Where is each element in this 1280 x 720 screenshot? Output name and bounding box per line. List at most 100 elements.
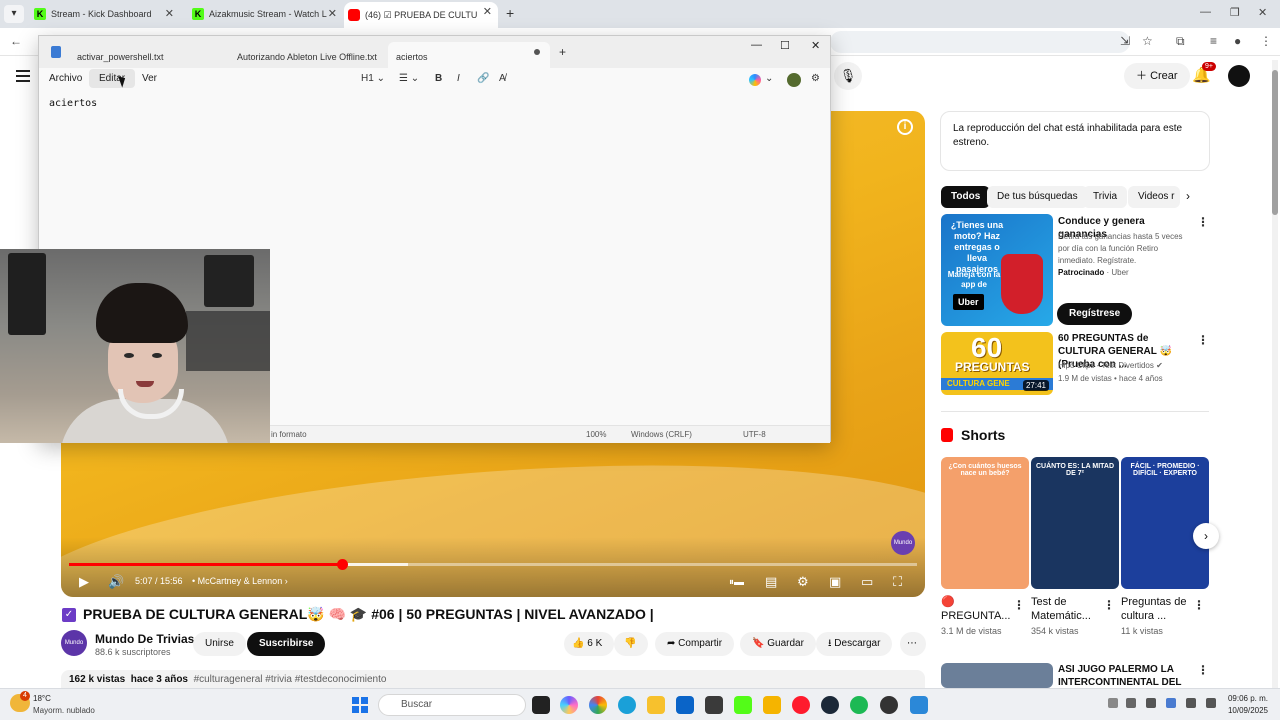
edge-icon[interactable]	[618, 696, 636, 714]
close-icon[interactable]: ✕	[165, 7, 174, 20]
copilot-icon[interactable]	[749, 74, 761, 86]
browser-tab-kick-stream[interactable]: K Aizakmusic Stream - Watch Live ✕	[188, 4, 343, 24]
clock-time[interactable]: 09:06 p. m.	[1226, 694, 1268, 703]
recommendation-channel[interactable]: Hipo Clips - Test Divertidos ✔	[1058, 360, 1163, 372]
browser-tab-kick-dashboard[interactable]: K Stream - Kick Dashboard ✕	[30, 4, 180, 24]
volume-icon[interactable]	[1206, 698, 1216, 708]
settings-gear-icon[interactable]: ⚙	[797, 574, 809, 590]
chip-todos[interactable]: Todos	[941, 186, 991, 208]
menu-editar[interactable]: Editar	[89, 69, 136, 88]
more-actions-button[interactable]: ⋯	[900, 632, 926, 656]
wifi-icon[interactable]	[1186, 698, 1196, 708]
subtitles-icon[interactable]: ▤	[765, 574, 777, 590]
file-explorer-icon[interactable]	[647, 696, 665, 714]
media-controls-icon[interactable]: ≡	[1210, 34, 1217, 48]
hashtags[interactable]: #culturageneral #trivia #testdeconocimie…	[194, 674, 387, 685]
kick-icon[interactable]	[734, 696, 752, 714]
chip-de-tus-busquedas[interactable]: De tus búsquedas	[987, 186, 1088, 208]
more-vertical-icon[interactable]: ⋮	[1193, 598, 1205, 612]
shorts-next-chevron-icon[interactable]: ›	[1193, 523, 1219, 549]
account-avatar[interactable]	[1228, 65, 1250, 87]
network-icon[interactable]	[1146, 698, 1156, 708]
miniplayer-icon[interactable]: ▣	[829, 574, 841, 590]
notepad-tab-activar-powershell[interactable]: activar_powershell.txt	[69, 42, 249, 68]
weather-description[interactable]: Mayorm. nublado	[33, 706, 95, 715]
close-icon[interactable]: ✕	[811, 39, 820, 52]
heading-dropdown[interactable]: H1 ⌄	[361, 73, 385, 84]
close-icon[interactable]: ✕	[328, 7, 337, 20]
settings-gear-icon[interactable]: ⚙	[811, 73, 820, 84]
tab-search-chevron-icon[interactable]: ▾	[4, 5, 24, 23]
fullscreen-icon[interactable]: ⛶	[893, 574, 902, 590]
clock-date[interactable]: 10/09/2025	[1226, 706, 1268, 715]
join-button[interactable]: Unirse	[193, 632, 246, 656]
new-tab-plus-icon[interactable]: +	[559, 45, 566, 59]
recommendation-thumbnail[interactable]	[941, 663, 1053, 688]
tray-app-icon[interactable]	[1108, 698, 1118, 708]
page-scrollbar-thumb[interactable]	[1272, 70, 1278, 215]
short-thumbnail[interactable]: CUÁNTO ES: LA MITAD DE 7²	[1031, 457, 1119, 589]
line-ending-status[interactable]: Windows (CRLF)	[631, 430, 692, 439]
weather-temperature[interactable]: 18°C	[33, 694, 51, 703]
more-vertical-icon[interactable]: ⋮	[1260, 34, 1272, 48]
channel-name[interactable]: Mundo De Trivias	[95, 632, 194, 646]
opera-icon[interactable]	[792, 696, 810, 714]
channel-watermark-logo[interactable]: Mundo	[891, 531, 915, 555]
chip-trivia[interactable]: Trivia	[1083, 186, 1128, 208]
copilot-icon[interactable]	[560, 696, 578, 714]
more-vertical-icon[interactable]: ⋮	[1197, 663, 1209, 677]
close-icon[interactable]: ✕	[1258, 6, 1267, 19]
share-button[interactable]: ➦ Compartir	[655, 632, 735, 656]
notepad-icon[interactable]	[910, 696, 928, 714]
microphone-icon[interactable]	[1166, 698, 1176, 708]
short-title[interactable]: Test de Matemátic...	[1031, 595, 1101, 623]
list-dropdown-icon[interactable]: ☰ ⌄	[399, 73, 419, 84]
notepad-tab-aciertos[interactable]: aciertos	[388, 42, 550, 68]
taskbar-search-input[interactable]: Buscar	[378, 694, 526, 716]
recommendation-thumbnail[interactable]: 60 PREGUNTAS CULTURA GENE 27:41	[941, 332, 1053, 395]
notepad-tab-autorizando-ableton[interactable]: Autorizando Ableton Live Offline.txt	[229, 42, 399, 68]
voice-search-mic-icon[interactable]: 🎙	[834, 62, 862, 90]
volume-icon[interactable]: 🔊	[108, 574, 124, 590]
zoom-status[interactable]: 100%	[586, 430, 606, 439]
back-arrow-icon[interactable]: ←	[10, 34, 22, 48]
chapter-title[interactable]: • McCartney & Lennon ›	[192, 576, 288, 586]
more-vertical-icon[interactable]: ⋮	[1197, 215, 1209, 229]
security-shield-icon[interactable]	[705, 696, 723, 714]
like-button[interactable]: 👍 6 K	[564, 632, 614, 656]
chevron-down-icon[interactable]: ⌄	[765, 73, 773, 84]
menu-hamburger-icon[interactable]	[16, 70, 30, 82]
menu-archivo[interactable]: Archivo	[39, 69, 92, 88]
short-title[interactable]: Preguntas de cultura ...	[1121, 595, 1197, 623]
download-button[interactable]: ⭳ Descargar	[816, 632, 893, 656]
close-icon[interactable]: ✕	[483, 5, 492, 18]
bold-icon[interactable]: B	[435, 73, 442, 84]
short-title[interactable]: 🔴 PREGUNTA...	[941, 595, 1011, 623]
channel-avatar[interactable]: Mundo	[61, 630, 87, 656]
menu-ver[interactable]: Ver	[132, 69, 167, 88]
create-button[interactable]: ＋ Crear	[1124, 63, 1190, 89]
profile-avatar-icon[interactable]: ●	[1234, 34, 1241, 48]
outlook-icon[interactable]	[676, 696, 694, 714]
brawl-app-icon[interactable]	[763, 696, 781, 714]
chrome-icon[interactable]	[589, 696, 607, 714]
browser-tab-youtube[interactable]: (46) ☑ PRUEBA DE CULTURA G ✕	[344, 2, 498, 28]
bookmark-star-icon[interactable]: ☆	[1142, 34, 1153, 48]
restore-icon[interactable]: ❐	[1230, 6, 1240, 19]
more-vertical-icon[interactable]: ⋮	[1013, 598, 1025, 612]
autoplay-toggle[interactable]: ⏸▬	[729, 577, 744, 588]
subscribe-button[interactable]: Suscribirse	[247, 632, 326, 656]
new-tab-plus-icon[interactable]: +	[506, 5, 514, 21]
tray-chevron-icon[interactable]	[1126, 698, 1136, 708]
obs-icon[interactable]	[880, 696, 898, 714]
steam-icon[interactable]	[821, 696, 839, 714]
encoding-status[interactable]: UTF-8	[743, 430, 766, 439]
ad-register-button[interactable]: Regístrese	[1057, 303, 1133, 325]
minimize-icon[interactable]: —	[751, 39, 762, 51]
short-thumbnail[interactable]: FÁCIL · PROMEDIO · DIFÍCIL · EXPERTO	[1121, 457, 1209, 589]
extensions-icon[interactable]: ⧉	[1176, 34, 1185, 49]
maximize-icon[interactable]: ☐	[780, 39, 790, 52]
italic-icon[interactable]: I	[457, 73, 460, 84]
account-avatar[interactable]	[787, 73, 801, 87]
more-vertical-icon[interactable]: ⋮	[1197, 333, 1209, 347]
